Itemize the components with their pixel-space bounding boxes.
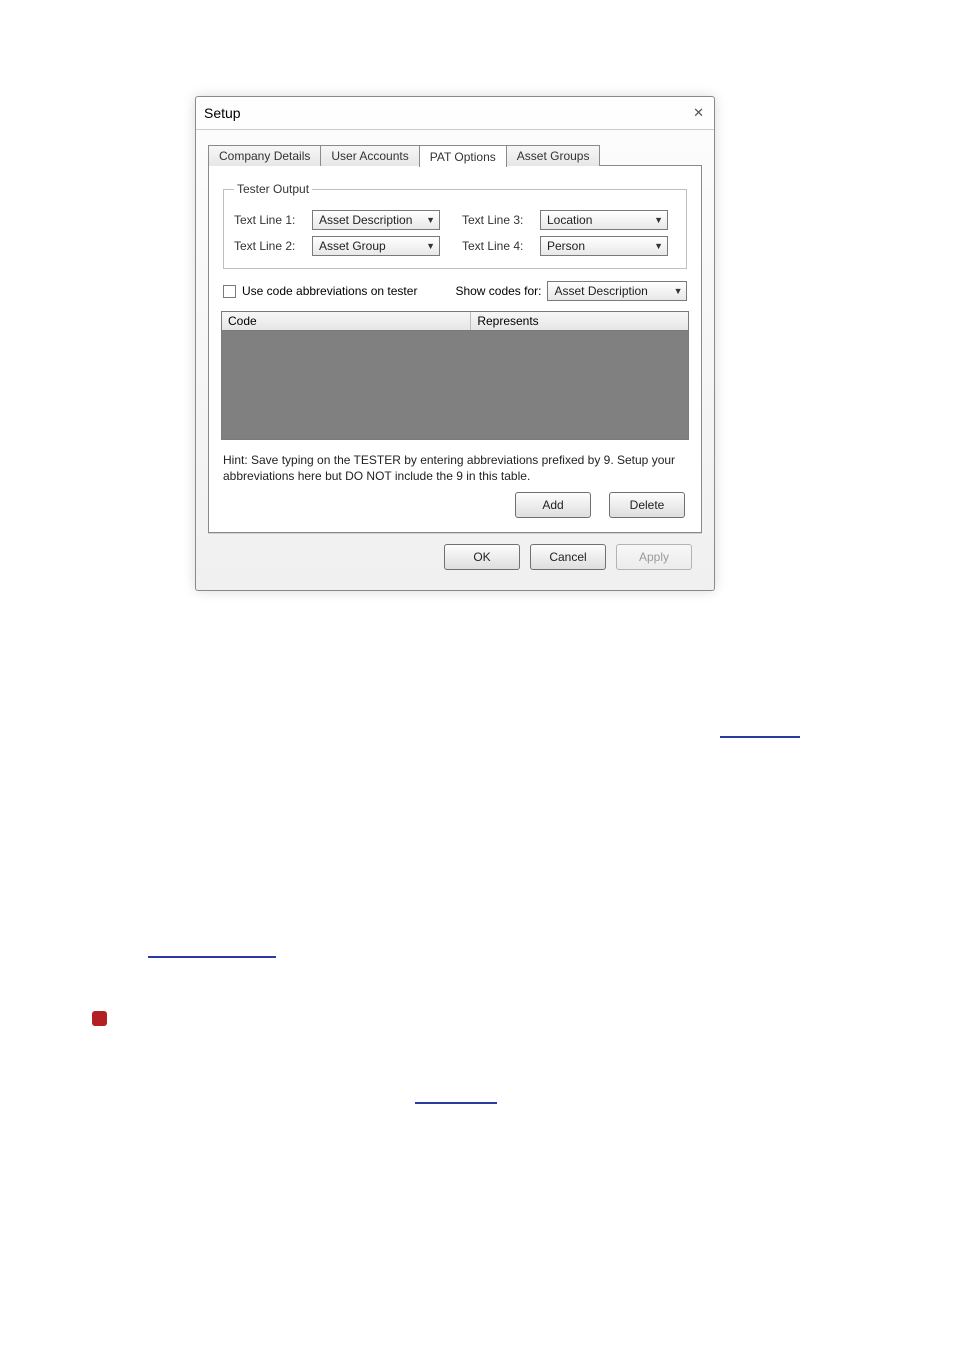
close-icon[interactable]: ✕	[693, 105, 704, 121]
add-button[interactable]: Add	[515, 492, 591, 518]
titlebar: Setup ✕	[196, 97, 714, 130]
link-underline	[415, 1102, 497, 1104]
text-line-4-value: Person	[547, 239, 585, 253]
show-codes-for-value: Asset Description	[554, 284, 647, 298]
text-line-2-value: Asset Group	[319, 239, 386, 253]
chevron-down-icon: ▼	[426, 215, 435, 225]
col-code[interactable]: Code	[222, 312, 471, 330]
text-line-1-label: Text Line 1:	[234, 213, 312, 227]
hint-text: Hint: Save typing on the TESTER by enter…	[223, 452, 687, 484]
link-underline	[720, 736, 800, 738]
tab-user-accounts[interactable]: User Accounts	[320, 145, 419, 166]
cancel-button[interactable]: Cancel	[530, 544, 606, 570]
pat-options-panel: Tester Output Text Line 1: Asset Descrip…	[208, 165, 702, 533]
text-line-3-value: Location	[547, 213, 592, 227]
col-represents[interactable]: Represents	[471, 312, 538, 330]
link-underline	[148, 956, 276, 958]
use-code-abbrev-checkbox[interactable]	[223, 285, 236, 298]
text-line-3-label: Text Line 3:	[462, 213, 540, 227]
use-code-abbrev-label: Use code abbreviations on tester	[242, 284, 417, 298]
chevron-down-icon: ▼	[674, 286, 683, 296]
show-codes-for-combo[interactable]: Asset Description ▼	[547, 281, 687, 301]
dialog-title: Setup	[204, 105, 241, 121]
app-icon	[92, 1011, 107, 1026]
apply-button[interactable]: Apply	[616, 544, 692, 570]
chevron-down-icon: ▼	[654, 241, 663, 251]
text-line-2-combo[interactable]: Asset Group ▼	[312, 236, 440, 256]
text-line-4-label: Text Line 4:	[462, 239, 540, 253]
tab-company-details[interactable]: Company Details	[208, 145, 321, 166]
tab-asset-groups[interactable]: Asset Groups	[506, 145, 601, 166]
tester-output-legend: Tester Output	[234, 182, 312, 196]
tab-pat-options[interactable]: PAT Options	[419, 145, 507, 167]
dialog-button-row: OK Cancel Apply	[208, 533, 702, 580]
text-line-1-value: Asset Description	[319, 213, 412, 227]
text-line-2-label: Text Line 2:	[234, 239, 312, 253]
setup-dialog: Setup ✕ Company Details User Accounts PA…	[195, 96, 715, 591]
tabstrip: Company Details User Accounts PAT Option…	[208, 142, 702, 166]
text-line-3-combo[interactable]: Location ▼	[540, 210, 668, 230]
codes-table-body[interactable]	[221, 331, 689, 440]
text-line-1-combo[interactable]: Asset Description ▼	[312, 210, 440, 230]
ok-button[interactable]: OK	[444, 544, 520, 570]
chevron-down-icon: ▼	[426, 241, 435, 251]
show-codes-for-label: Show codes for:	[455, 284, 541, 298]
delete-button[interactable]: Delete	[609, 492, 685, 518]
text-line-4-combo[interactable]: Person ▼	[540, 236, 668, 256]
chevron-down-icon: ▼	[654, 215, 663, 225]
tester-output-group: Tester Output Text Line 1: Asset Descrip…	[223, 182, 687, 269]
dialog-content: Company Details User Accounts PAT Option…	[196, 130, 714, 590]
codes-table-header: Code Represents	[221, 311, 689, 331]
